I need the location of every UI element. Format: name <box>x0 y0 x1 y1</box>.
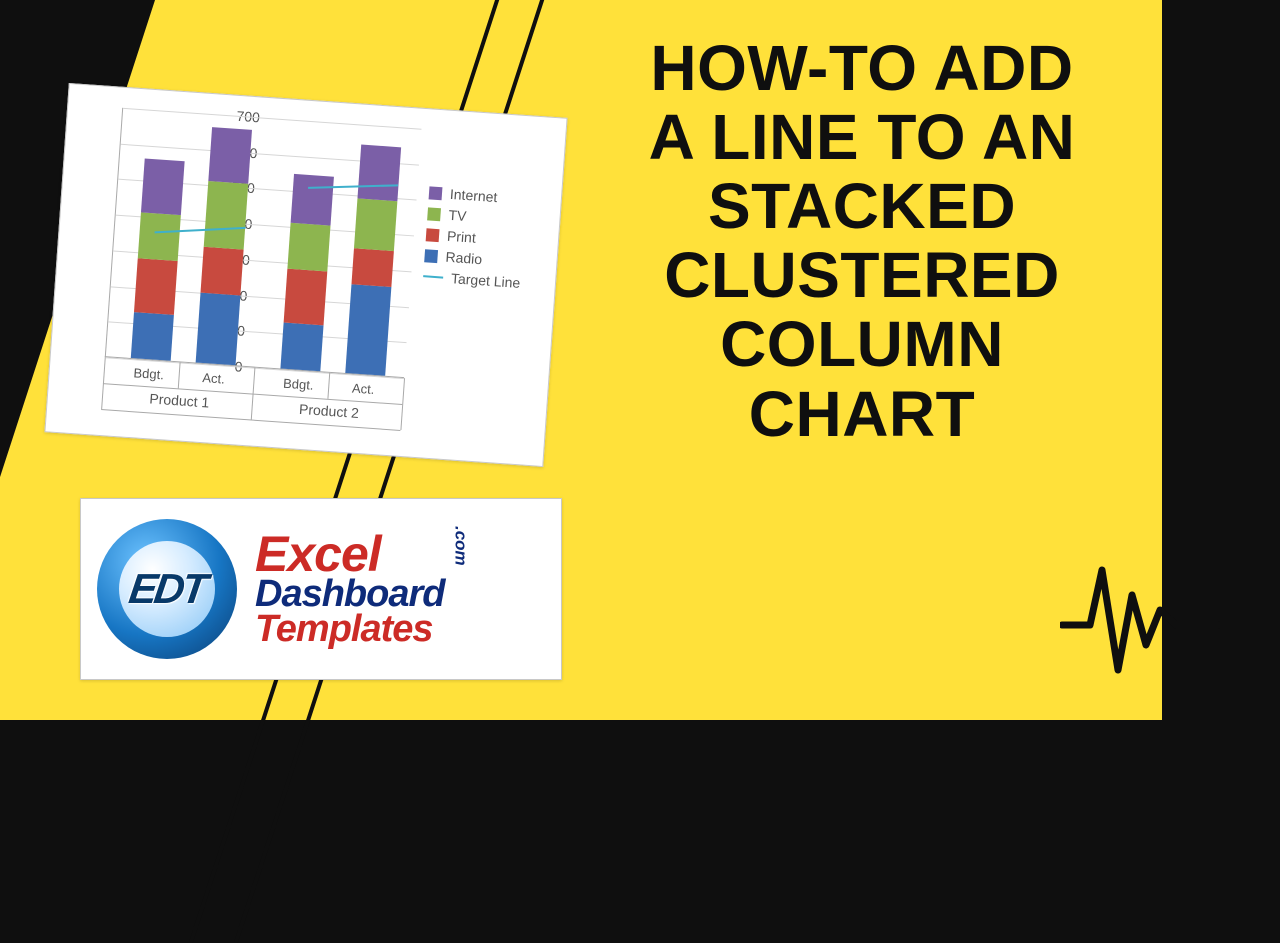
headline-line: STACKED <box>582 172 1142 241</box>
chart-bar-segment-tv <box>287 222 330 271</box>
legend-swatch <box>429 186 443 200</box>
brand-tld: .com <box>453 526 468 566</box>
legend-swatch <box>426 228 440 242</box>
chart-subcategory-label: Act. <box>189 369 238 387</box>
headline-line: HOW-TO ADD <box>582 34 1142 103</box>
chart-bar-segment-tv <box>354 198 397 251</box>
chart-group-label: Product 1 <box>149 390 210 410</box>
chart-bar-segment-internet <box>141 158 185 214</box>
edt-badge-icon: EDT <box>97 519 237 659</box>
headline-line: CLUSTERED <box>582 241 1142 310</box>
legend-label: Internet <box>449 186 497 205</box>
logo-card: EDT Excel Dashboard Templates .com <box>80 498 562 680</box>
chart-bar-segment-internet <box>357 145 401 201</box>
legend-label: TV <box>448 207 467 224</box>
legend-swatch <box>427 207 441 221</box>
legend-item: Target Line <box>423 268 521 291</box>
chart-bar-segment-radio <box>280 322 323 371</box>
chart-stacked-bar <box>280 174 333 371</box>
legend-line-swatch <box>423 275 443 278</box>
legend-item: TV <box>427 205 525 228</box>
headline: HOW-TO ADD A LINE TO AN STACKED CLUSTERE… <box>582 34 1142 449</box>
chart-card: 0100200300400500600700 Bdgt.Act.Product … <box>44 83 567 467</box>
legend-item: Radio <box>424 247 522 270</box>
chart-stacked-bar <box>131 158 185 360</box>
legend-label: Target Line <box>451 270 521 291</box>
chart-bar-segment-radio <box>131 312 174 361</box>
headline-line: A LINE TO AN <box>582 103 1142 172</box>
chart-bar-segment-tv <box>204 181 249 250</box>
chart-subcategory-label: Bdgt. <box>124 365 173 383</box>
chart-bar-segment-print <box>284 269 328 325</box>
brand-wordmark: Excel Dashboard Templates .com <box>255 532 444 645</box>
chart-plot-area <box>105 108 422 378</box>
headline-line: CHART <box>582 380 1142 449</box>
chart-bar-segment-internet <box>291 174 334 225</box>
chart-subcategory-label: Act. <box>339 380 388 398</box>
chart-axis-line <box>327 373 330 399</box>
chart-gridline <box>123 108 421 130</box>
chart-subcategory-label: Bdgt. <box>274 375 323 393</box>
chart-bar-segment-tv <box>138 212 181 261</box>
legend-label: Radio <box>445 249 483 268</box>
legend-swatch <box>424 249 438 263</box>
edt-badge-text: EDT <box>87 519 247 659</box>
chart-legend: Internet TV Print Radio Target Line <box>422 179 527 296</box>
chart-group-label: Product 2 <box>299 401 360 421</box>
chart-bar-segment-internet <box>208 127 252 183</box>
heartbeat-icon <box>1060 540 1220 680</box>
brand-word-dashboard: Dashboard <box>255 577 444 611</box>
headline-line: COLUMN <box>582 310 1142 379</box>
chart-axis-line <box>178 362 181 388</box>
chart-bar-segment-print <box>200 247 243 296</box>
chart-bar-segment-radio <box>345 284 391 376</box>
thumbnail-canvas: HOW-TO ADD A LINE TO AN STACKED CLUSTERE… <box>0 0 1280 720</box>
chart-bar-segment-print <box>351 248 393 286</box>
legend-label: Print <box>447 228 477 246</box>
chart-bar-segment-print <box>134 258 178 314</box>
chart-bar-segment-radio <box>196 293 241 365</box>
legend-item: Print <box>426 226 524 249</box>
legend-item: Internet <box>429 184 527 207</box>
chart-stacked-bar <box>196 127 252 365</box>
brand-word-templates: Templates <box>255 612 444 646</box>
brand-word-excel: Excel <box>255 532 444 577</box>
